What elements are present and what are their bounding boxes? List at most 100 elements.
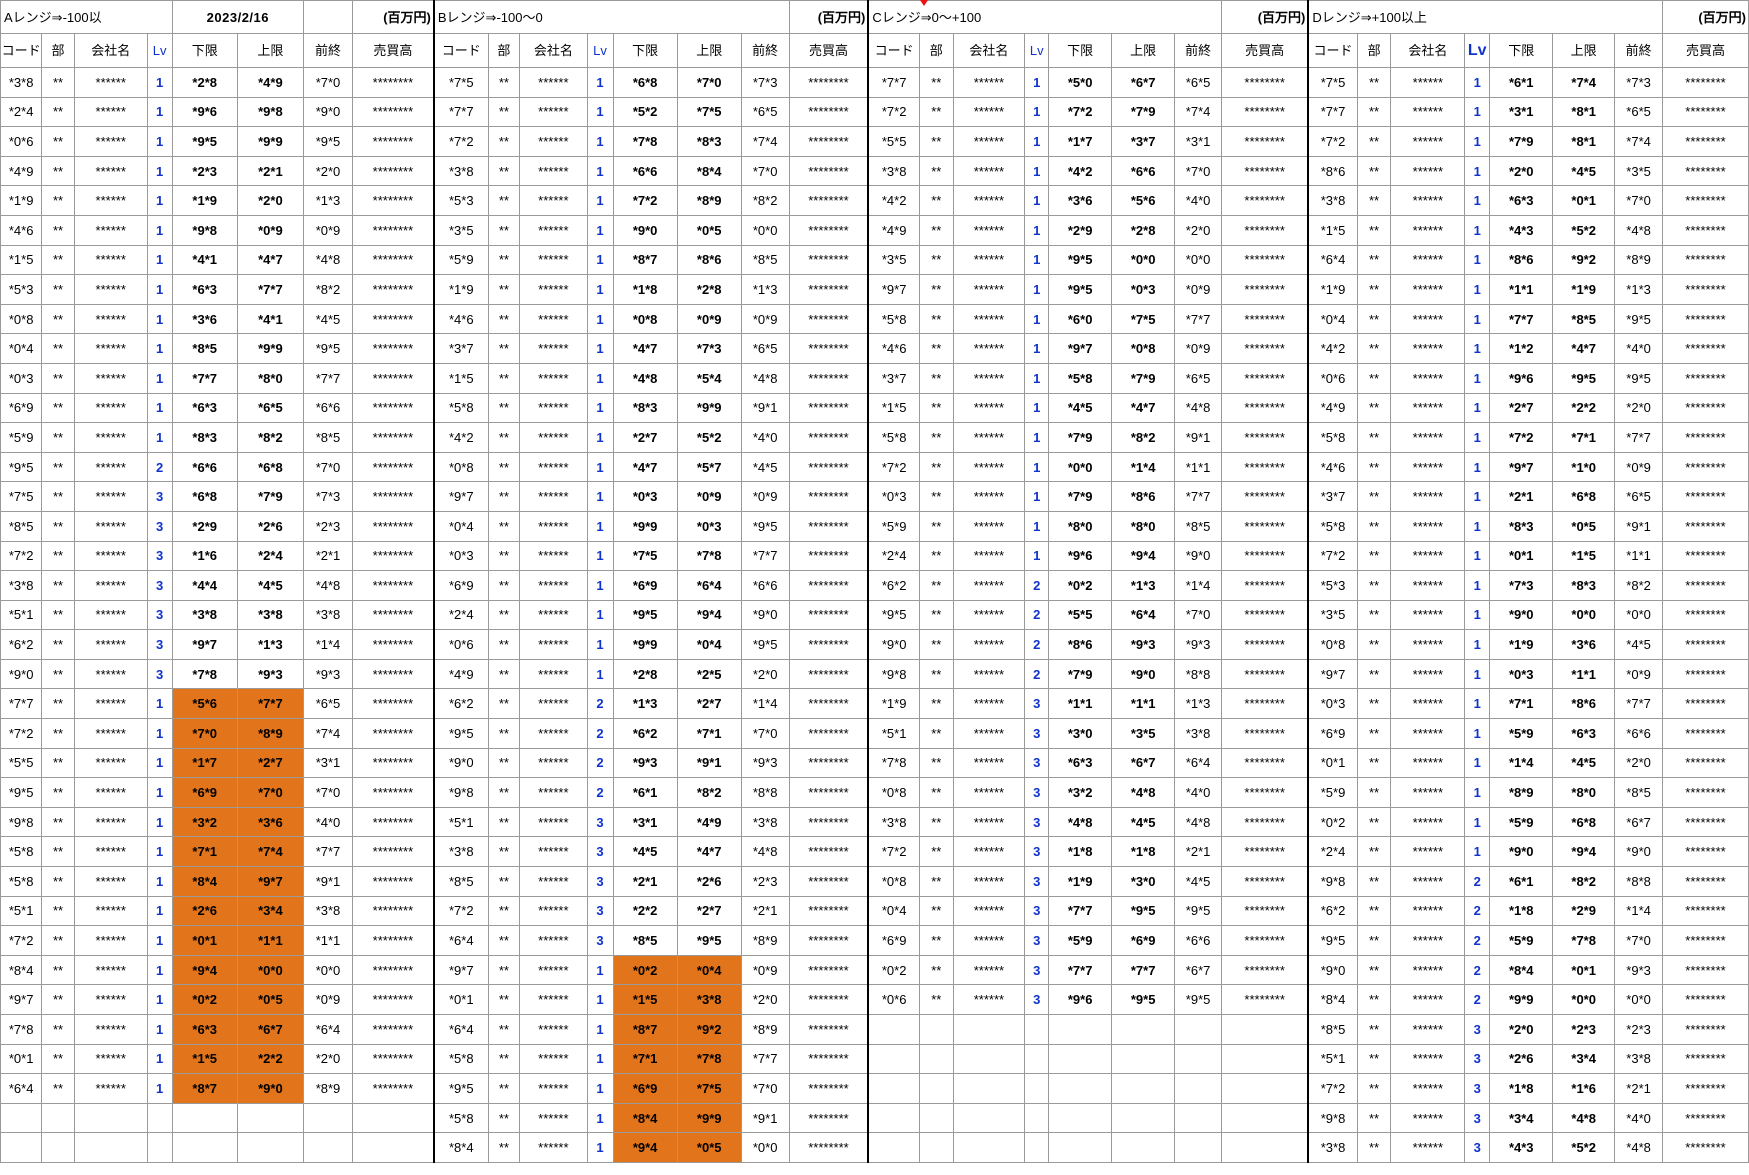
cell-lv[interactable]: 1 (1024, 126, 1050, 157)
cell-volume[interactable]: ******** (351, 599, 435, 631)
cell-company[interactable]: ****** (952, 806, 1026, 838)
cell-lv[interactable]: 1 (1464, 303, 1491, 335)
cell-company[interactable]: ****** (1390, 274, 1466, 305)
cell-lower[interactable]: *8*5 (171, 333, 238, 364)
cell-code[interactable]: *0*8 (867, 777, 920, 808)
cell-dept[interactable]: ** (41, 599, 75, 631)
cell-upper[interactable]: *9*4 (676, 599, 742, 631)
cell-lower[interactable]: *6*6 (171, 451, 238, 483)
cell-dept[interactable]: ** (1356, 658, 1392, 690)
cell-prev[interactable]: *9*0 (740, 599, 790, 631)
cell-code[interactable]: *5*1 (1307, 1043, 1358, 1075)
cell-lv[interactable]: 3 (1024, 777, 1050, 808)
cell-company[interactable]: ****** (1390, 570, 1466, 601)
cell-company[interactable]: ****** (519, 836, 588, 868)
cell-dept[interactable]: ** (918, 274, 954, 305)
cell-code[interactable]: *3*7 (1307, 481, 1358, 512)
cell-lower[interactable]: *5*0 (1048, 67, 1113, 98)
cell-upper[interactable] (1111, 1132, 1176, 1163)
cell-lv[interactable]: 1 (586, 570, 614, 601)
cell-company[interactable]: ****** (952, 629, 1026, 660)
cell-lower[interactable]: *9*9 (612, 510, 678, 542)
cell-company[interactable]: ****** (519, 895, 588, 927)
cell-lv[interactable]: 3 (586, 836, 614, 868)
cell-prev[interactable]: *6*5 (303, 688, 353, 720)
cell-dept[interactable]: ** (1356, 688, 1392, 720)
cell-lower[interactable]: *2*7 (612, 422, 678, 453)
cell-code[interactable]: *5*8 (1307, 422, 1358, 453)
cell-company[interactable]: ****** (73, 1014, 148, 1045)
cell-prev[interactable]: *2*0 (740, 984, 790, 1015)
cell-lower[interactable] (1048, 1102, 1113, 1134)
cell-lv[interactable]: 1 (146, 984, 173, 1015)
header-lv-d[interactable]: Lv (1464, 33, 1491, 68)
cell-upper[interactable]: *3*8 (676, 984, 742, 1015)
cell-lv[interactable]: 1 (1024, 451, 1050, 483)
cell-volume[interactable]: ******** (788, 836, 869, 868)
cell-lv[interactable]: 3 (1024, 866, 1050, 897)
cell-code[interactable]: *7*2 (867, 836, 920, 868)
cell-code[interactable]: *9*7 (0, 984, 43, 1015)
cell-upper[interactable]: *1*1 (1552, 658, 1616, 690)
cell-lv[interactable]: 3 (146, 570, 173, 601)
cell-company[interactable]: ****** (73, 185, 148, 216)
cell-lv[interactable]: 1 (586, 214, 614, 246)
cell-lv[interactable]: 3 (146, 629, 173, 660)
cell-dept[interactable]: ** (487, 629, 521, 660)
cell-lower[interactable]: *3*1 (612, 806, 678, 838)
cell-dept[interactable]: ** (41, 895, 75, 927)
cell-dept[interactable]: ** (41, 67, 75, 98)
cell-company[interactable]: ****** (73, 747, 148, 779)
cell-lv[interactable]: 1 (146, 244, 173, 276)
cell-prev[interactable]: *9*1 (1174, 422, 1222, 453)
cell-prev[interactable]: *1*4 (740, 688, 790, 720)
cell-volume[interactable]: ******** (1220, 895, 1309, 927)
cell-lv[interactable]: 1 (586, 1014, 614, 1045)
cell-code[interactable] (867, 1132, 920, 1163)
cell-lv[interactable]: 3 (1464, 1132, 1491, 1163)
cell-company[interactable]: ****** (519, 392, 588, 424)
cell-lv[interactable]: 1 (586, 96, 614, 128)
cell-upper[interactable]: *3*6 (236, 806, 305, 838)
cell-lower[interactable]: *1*9 (171, 185, 238, 216)
cell-lv[interactable]: 1 (1024, 422, 1050, 453)
cell-upper[interactable]: *0*0 (1552, 984, 1616, 1015)
cell-upper[interactable]: *8*2 (1111, 422, 1176, 453)
cell-dept[interactable]: ** (1356, 925, 1392, 956)
cell-upper[interactable]: *4*9 (236, 67, 305, 98)
cell-dept[interactable]: ** (487, 658, 521, 690)
cell-lv[interactable]: 1 (1024, 214, 1050, 246)
cell-upper[interactable]: *4*7 (1111, 392, 1176, 424)
cell-upper[interactable]: *9*3 (1111, 629, 1176, 660)
cell-code[interactable]: *5*8 (1307, 510, 1358, 542)
cell-lv[interactable]: 3 (1024, 806, 1050, 838)
cell-lower[interactable]: *2*0 (1489, 1014, 1554, 1045)
cell-lv[interactable]: 1 (1024, 274, 1050, 305)
cell-lower[interactable]: *7*7 (171, 362, 238, 394)
cell-prev[interactable]: *0*9 (303, 214, 353, 246)
cell-upper[interactable]: *1*8 (1111, 836, 1176, 868)
cell-volume[interactable]: ******** (1662, 688, 1749, 720)
cell-upper[interactable]: *3*8 (236, 599, 305, 631)
header-dept-d[interactable]: 部 (1356, 33, 1392, 68)
cell-company[interactable]: ****** (73, 806, 148, 838)
cell-company[interactable]: ****** (519, 244, 588, 276)
cell-lower[interactable]: *0*8 (612, 303, 678, 335)
cell-lower[interactable]: *2*0 (1489, 155, 1554, 187)
cell-prev[interactable]: *1*4 (1174, 570, 1222, 601)
cell-company[interactable]: ****** (1390, 688, 1466, 720)
cell-lower[interactable]: *4*3 (1489, 214, 1554, 246)
cell-code[interactable]: *9*7 (1307, 658, 1358, 690)
cell-prev[interactable]: *0*9 (740, 303, 790, 335)
cell-dept[interactable]: ** (487, 1132, 521, 1163)
cell-volume[interactable]: ******** (788, 214, 869, 246)
header-code-c[interactable]: コード (867, 33, 920, 68)
cell-dept[interactable]: ** (487, 126, 521, 157)
cell-upper[interactable]: *5*2 (1552, 214, 1616, 246)
cell-lower[interactable]: *9*0 (612, 214, 678, 246)
header-code-b[interactable]: コード (432, 33, 489, 68)
cell-volume[interactable]: ******** (1220, 954, 1309, 986)
cell-upper[interactable]: *2*7 (236, 747, 305, 779)
cell-lv[interactable]: 1 (1464, 126, 1491, 157)
cell-dept[interactable]: ** (918, 422, 954, 453)
